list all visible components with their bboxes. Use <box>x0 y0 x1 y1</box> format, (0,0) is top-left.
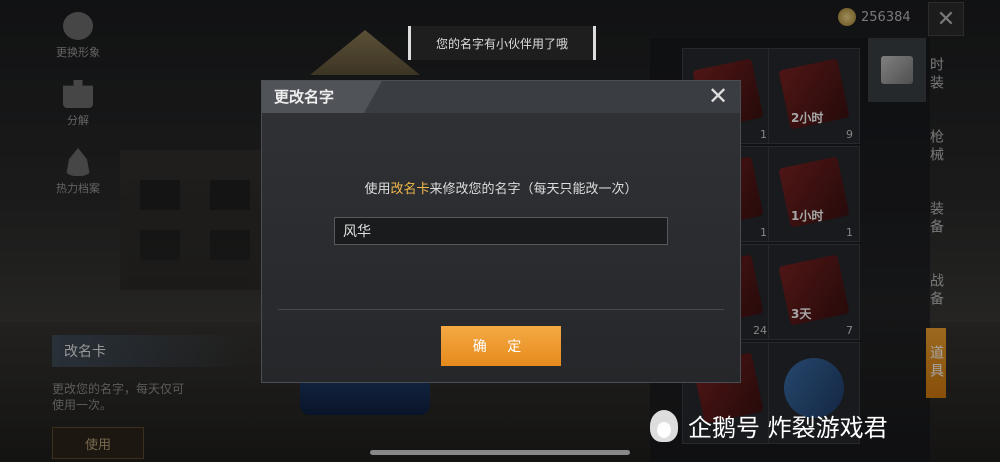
rename-card-highlight: 改名卡 <box>390 182 430 197</box>
toast-message: 您的名字有小伙伴用了哦 <box>408 26 596 60</box>
penguin-logo-icon <box>650 409 678 442</box>
home-indicator[interactable] <box>370 450 630 455</box>
dialog-header: 更改名字 ✕ <box>262 81 740 113</box>
rename-dialog: 更改名字 ✕ 使用改名卡来修改您的名字（每天只能改一次） 确 定 <box>261 80 741 383</box>
rename-instruction: 使用改名卡来修改您的名字（每天只能改一次） <box>262 178 740 197</box>
watermark: 企鹅号 炸裂游戏君 <box>650 408 888 443</box>
name-input[interactable] <box>334 217 668 245</box>
dialog-title: 更改名字 <box>262 81 382 113</box>
dialog-divider <box>278 309 724 310</box>
instruction-prefix: 使用 <box>364 182 391 197</box>
instruction-suffix: 来修改您的名字（每天只能改一次） <box>429 182 638 197</box>
confirm-button[interactable]: 确 定 <box>441 326 561 366</box>
close-icon[interactable]: ✕ <box>706 84 730 109</box>
watermark-text: 企鹅号 炸裂游戏君 <box>688 414 888 442</box>
